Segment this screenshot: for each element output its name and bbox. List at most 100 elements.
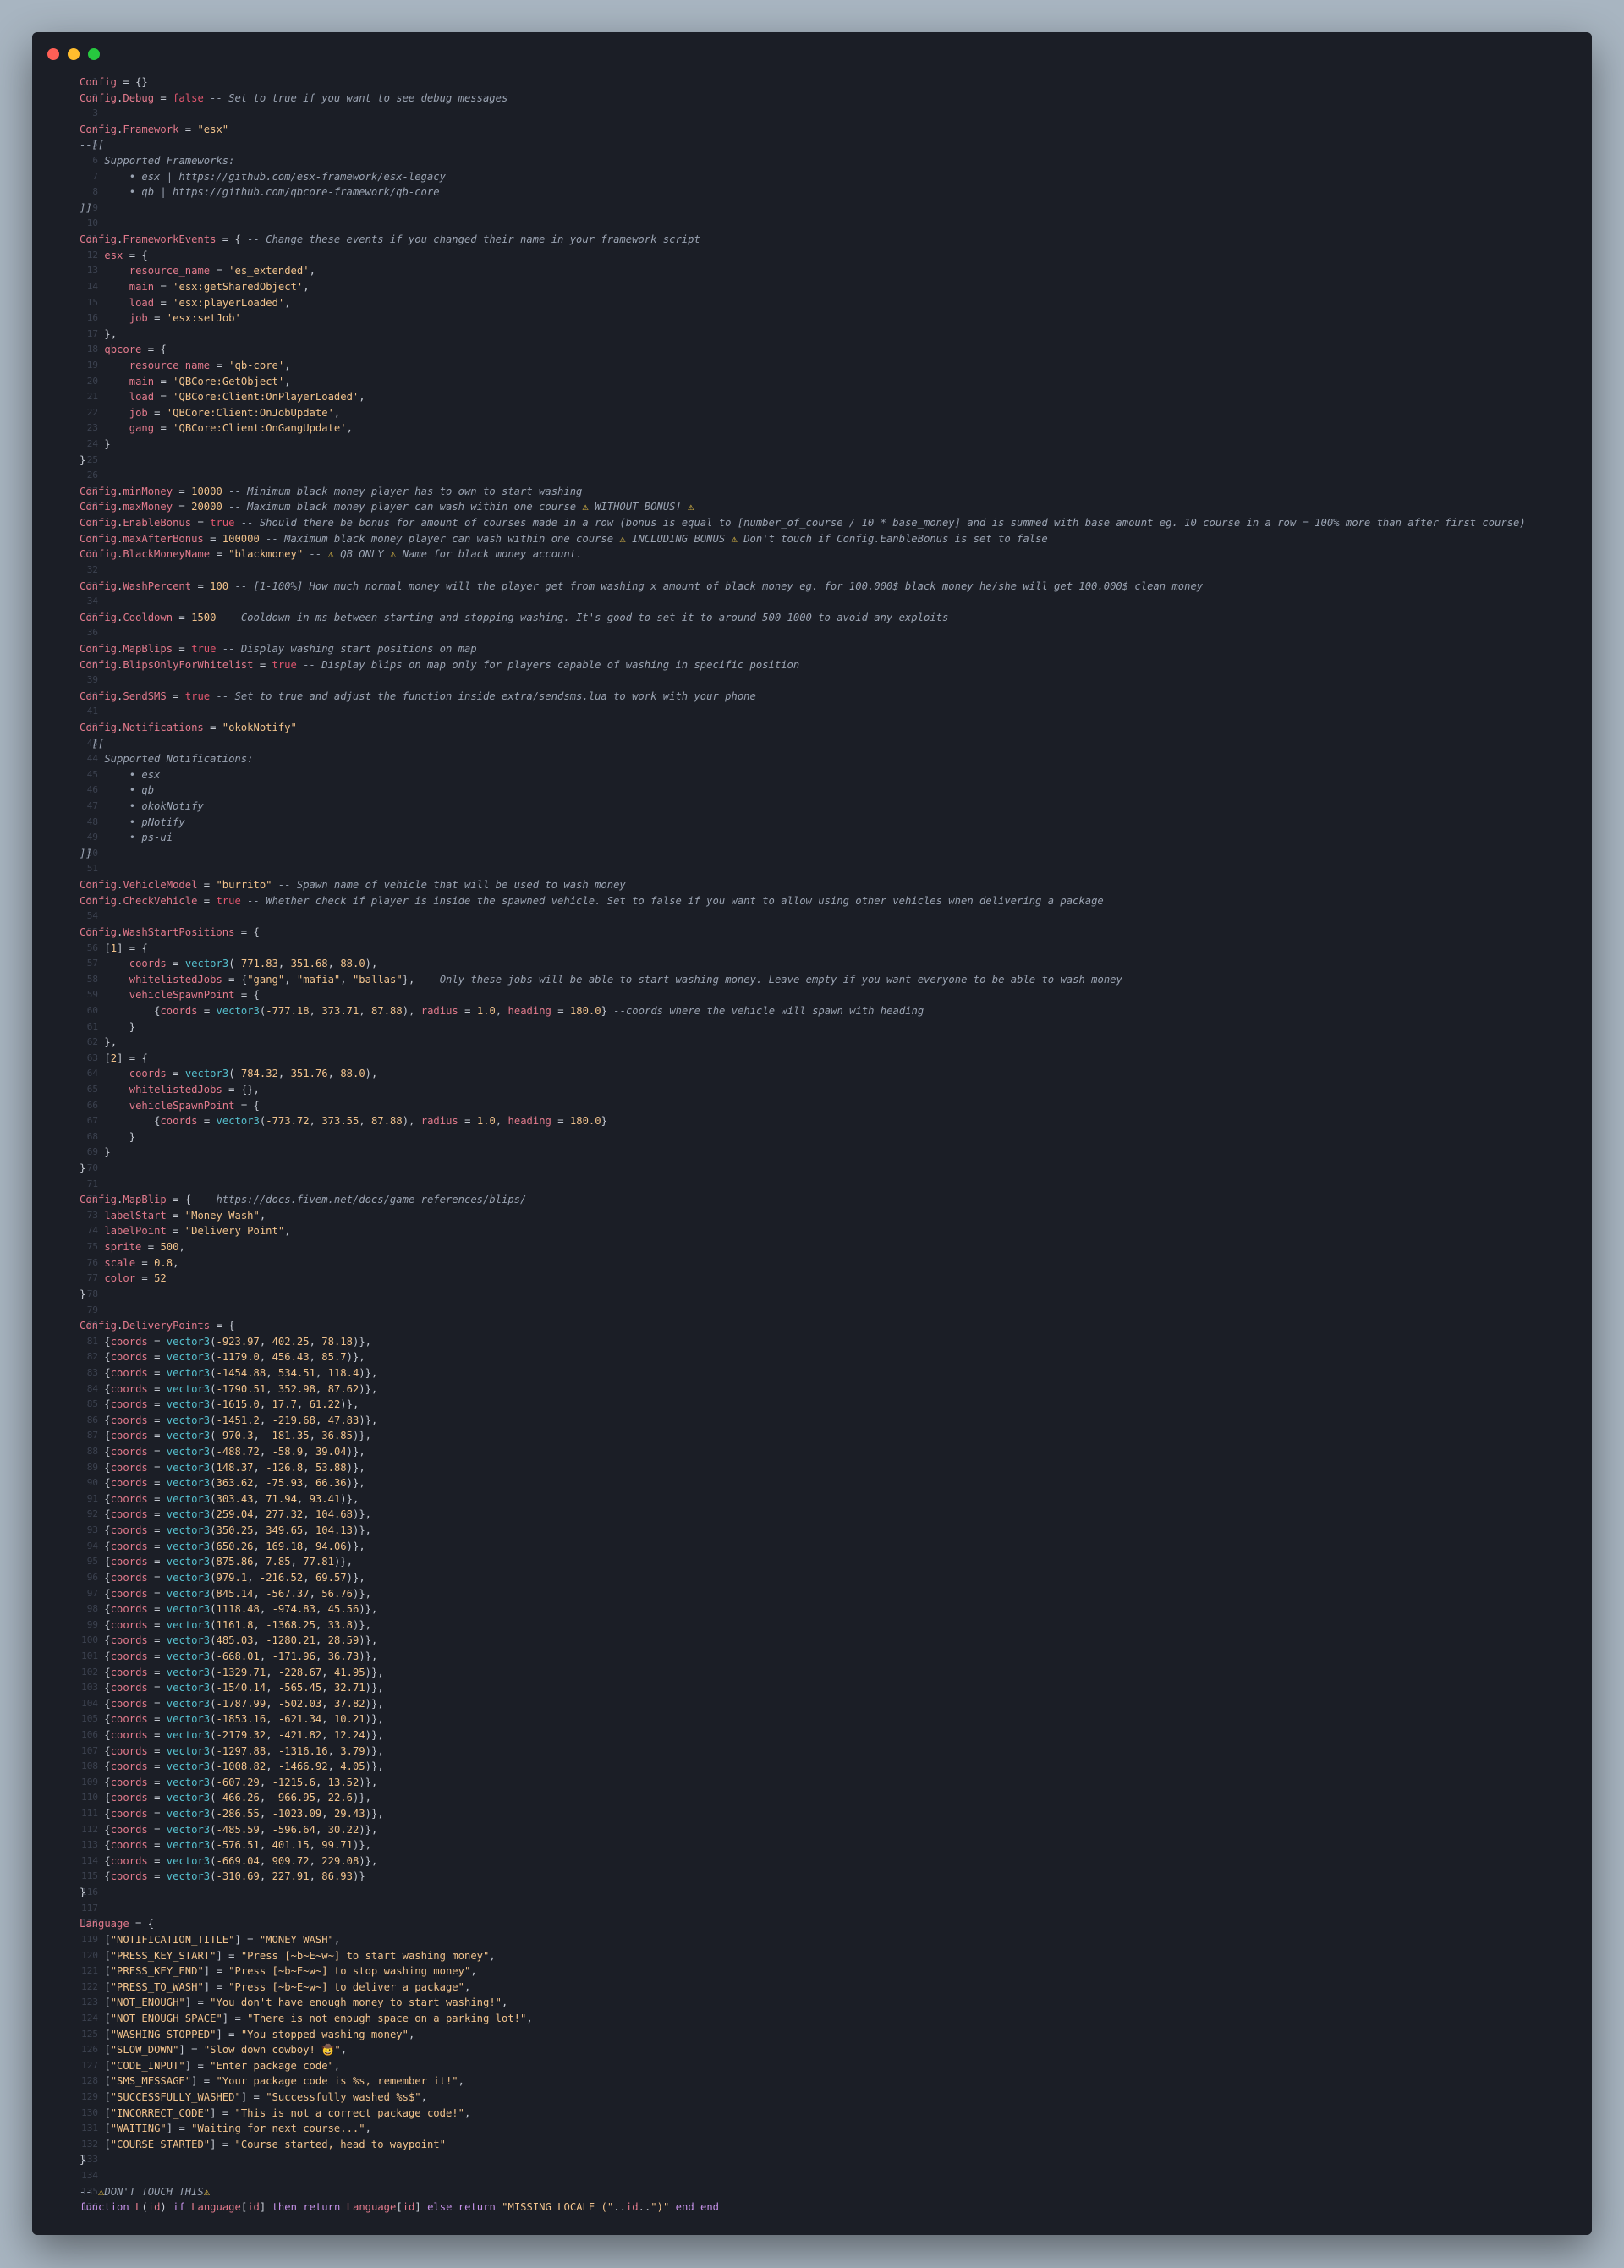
code-line: 69 }	[32, 1145, 1592, 1161]
code-text: }	[80, 453, 86, 466]
code-line: 92 {coords = vector3(259.04, 277.32, 104…	[32, 1507, 1592, 1523]
code-line: 43 --[[	[32, 736, 1592, 752]
code-text: {coords = vector3(-488.72, -58.9, 39.04)…	[104, 1446, 365, 1458]
code-line: 56 [1] = {	[32, 941, 1592, 957]
code-line: 90 {coords = vector3(363.62, -75.93, 66.…	[32, 1475, 1592, 1491]
code-line: 31 Config.BlackMoneyName = "blackmoney" -…	[32, 546, 1592, 563]
code-text: {coords = vector3(148.37, -126.8, 53.88)…	[104, 1461, 365, 1474]
code-text: {coords = vector3(350.25, 349.65, 104.13…	[104, 1524, 371, 1537]
code-line: 23 gang = 'QBCore:Client:OnGangUpdate',	[32, 420, 1592, 437]
code-text: {coords = vector3(-1451.2, -219.68, 47.8…	[104, 1414, 378, 1426]
line-number: 133	[81, 2154, 98, 2166]
code-line: 57 coords = vector3(-771.83, 351.68, 88.…	[32, 956, 1592, 972]
code-line: 15 load = 'esx:playerLoaded',	[32, 295, 1592, 311]
line-number: 25	[86, 453, 98, 465]
code-text: --[[	[80, 139, 105, 151]
line-number: 79	[86, 1304, 98, 1315]
code-line: 26	[32, 468, 1592, 484]
code-text: Config.BlipsOnlyForWhitelist = true -- D…	[80, 658, 800, 671]
code-text: Language = {	[80, 1918, 155, 1930]
code-line: 102 {coords = vector3(-1329.71, -228.67,…	[32, 1665, 1592, 1681]
code-text: whitelistedJobs = {"gang", "mafia", "bal…	[129, 973, 1122, 986]
code-line: 17 },	[32, 327, 1592, 343]
code-text: ["SUCCESSFULLY_WASHED"] = "Successfully …	[104, 2091, 427, 2103]
code-line: 50]]	[32, 846, 1592, 862]
code-text: Config.WashPercent = 100 -- [1-100%] How…	[80, 579, 1204, 592]
code-line: 107 {coords = vector3(-1297.88, -1316.16…	[32, 1744, 1592, 1760]
code-line: 4 Config.Framework = "esx"	[32, 122, 1592, 138]
code-line: 125 ["WASHING_STOPPED"] = "You stopped w…	[32, 2027, 1592, 2043]
code-text: qbcore = {	[104, 343, 167, 356]
code-text: {coords = vector3(-668.01, -171.96, 36.7…	[104, 1650, 378, 1662]
code-line: 27 Config.minMoney = 10000 -- Minimum bla…	[32, 484, 1592, 500]
code-text: main = 'QBCore:GetObject',	[129, 375, 291, 387]
code-line: 75 sprite = 500,	[32, 1239, 1592, 1255]
code-line: 123 ["NOT_ENOUGH"] = "You don't have eno…	[32, 1995, 1592, 2011]
code-text: {coords = vector3(-310.69, 227.91, 86.93…	[104, 1870, 365, 1883]
code-line: 10	[32, 216, 1592, 232]
code-line: 120 ["PRESS_KEY_START"] = "Press [~b~E~w…	[32, 1948, 1592, 1964]
code-text: Config.Cooldown = 1500 -- Cooldown in ms…	[80, 611, 949, 623]
code-line: 18 qbcore = {	[32, 342, 1592, 358]
code-line: 30 Config.maxAfterBonus = 100000 -- Maxim…	[32, 531, 1592, 547]
code-line: 103 {coords = vector3(-1540.14, -565.45,…	[32, 1680, 1592, 1696]
code-text: Config.maxMoney = 20000 -- Maximum black…	[80, 501, 694, 513]
code-text: Config.Framework = "esx"	[80, 123, 229, 135]
code-text: {coords = vector3(1118.48, -974.83, 45.5…	[104, 1603, 378, 1616]
code-line: 122 ["PRESS_TO_WASH"] = "Press [~b~E~w~]…	[32, 1980, 1592, 1996]
close-window-icon[interactable]	[47, 48, 59, 60]
code-text: {coords = vector3(-607.29, -1215.6, 13.5…	[104, 1776, 378, 1788]
code-text: labelStart = "Money Wash",	[104, 1209, 266, 1222]
code-text: {coords = vector3(-485.59, -596.64, 30.2…	[104, 1823, 378, 1836]
code-text: {coords = vector3(-1179.0, 456.43, 85.7)…	[104, 1351, 365, 1364]
code-line: 113 {coords = vector3(-576.51, 401.15, 9…	[32, 1837, 1592, 1853]
code-text: {coords = vector3(-1008.82, -1466.92, 4.…	[104, 1760, 384, 1773]
code-text: {coords = vector3(-576.51, 401.15, 99.71…	[104, 1839, 371, 1852]
code-text: load = 'QBCore:Client:OnPlayerLoaded',	[129, 391, 365, 404]
maximize-window-icon[interactable]	[88, 48, 100, 60]
minimize-window-icon[interactable]	[68, 48, 80, 60]
code-line: 76 scale = 0.8,	[32, 1255, 1592, 1271]
code-line: 70}	[32, 1161, 1592, 1177]
code-text: gang = 'QBCore:Client:OnGangUpdate',	[129, 422, 353, 435]
code-text: }	[80, 2154, 86, 2166]
code-text: {coords = vector3(-773.72, 373.55, 87.88…	[154, 1115, 607, 1128]
code-line: 19 resource_name = 'qb-core',	[32, 358, 1592, 374]
code-text: job = 'esx:setJob'	[129, 312, 241, 325]
code-text: [1] = {	[104, 942, 148, 954]
code-line: 65 whitelistedJobs = {},	[32, 1082, 1592, 1098]
code-editor[interactable]: 1 Config = {} 2 Config.Debug = false -- Set…	[32, 74, 1592, 2235]
code-text: Config.BlackMoneyName = "blackmoney" -- …	[80, 548, 583, 561]
line-number: 34	[86, 596, 98, 607]
code-text: labelPoint = "Delivery Point",	[104, 1225, 291, 1238]
code-text: {coords = vector3(-286.55, -1023.09, 29.…	[104, 1808, 384, 1820]
code-line: 83 {coords = vector3(-1454.88, 534.51, 1…	[32, 1365, 1592, 1381]
code-line: 66 vehicleSpawnPoint = {	[32, 1098, 1592, 1114]
code-line: 14 main = 'esx:getSharedObject',	[32, 279, 1592, 295]
code-line: 91 {coords = vector3(303.43, 71.94, 93.4…	[32, 1491, 1592, 1507]
code-line: 111 {coords = vector3(-286.55, -1023.09,…	[32, 1806, 1592, 1822]
code-line: 115 {coords = vector3(-310.69, 227.91, 8…	[32, 1869, 1592, 1885]
code-text: ]]	[80, 847, 92, 859]
code-text: ["PRESS_KEY_END"] = "Press [~b~E~w~] to …	[104, 1965, 477, 1978]
code-text: [2] = {	[104, 1052, 148, 1064]
code-text: resource_name = 'es_extended',	[129, 265, 315, 277]
code-text: {coords = vector3(1161.8, -1368.25, 33.8…	[104, 1618, 371, 1631]
code-line: 108 {coords = vector3(-1008.82, -1466.92…	[32, 1759, 1592, 1775]
code-line: 134	[32, 2168, 1592, 2184]
code-text: },	[104, 327, 118, 340]
code-text: {coords = vector3(875.86, 7.85, 77.81)},	[104, 1556, 353, 1568]
code-line: 63 [2] = {	[32, 1051, 1592, 1067]
line-number: 78	[86, 1288, 98, 1299]
code-text: }	[104, 438, 111, 451]
code-text: }	[129, 1020, 136, 1033]
code-line: 98 {coords = vector3(1118.48, -974.83, 4…	[32, 1601, 1592, 1617]
code-text: {coords = vector3(-1454.88, 534.51, 118.…	[104, 1366, 378, 1379]
code-line: 38 Config.BlipsOnlyForWhitelist = true --…	[32, 657, 1592, 673]
code-text: whitelistedJobs = {},	[129, 1084, 260, 1096]
code-text: ["INCORRECT_CODE"] = "This is not a corr…	[104, 2106, 471, 2119]
code-text: {coords = vector3(-777.18, 373.71, 87.88…	[154, 1004, 924, 1017]
line-number: 70	[86, 1162, 98, 1174]
code-text: {coords = vector3(-1790.51, 352.98, 87.6…	[104, 1382, 378, 1395]
code-line: 25}	[32, 453, 1592, 469]
